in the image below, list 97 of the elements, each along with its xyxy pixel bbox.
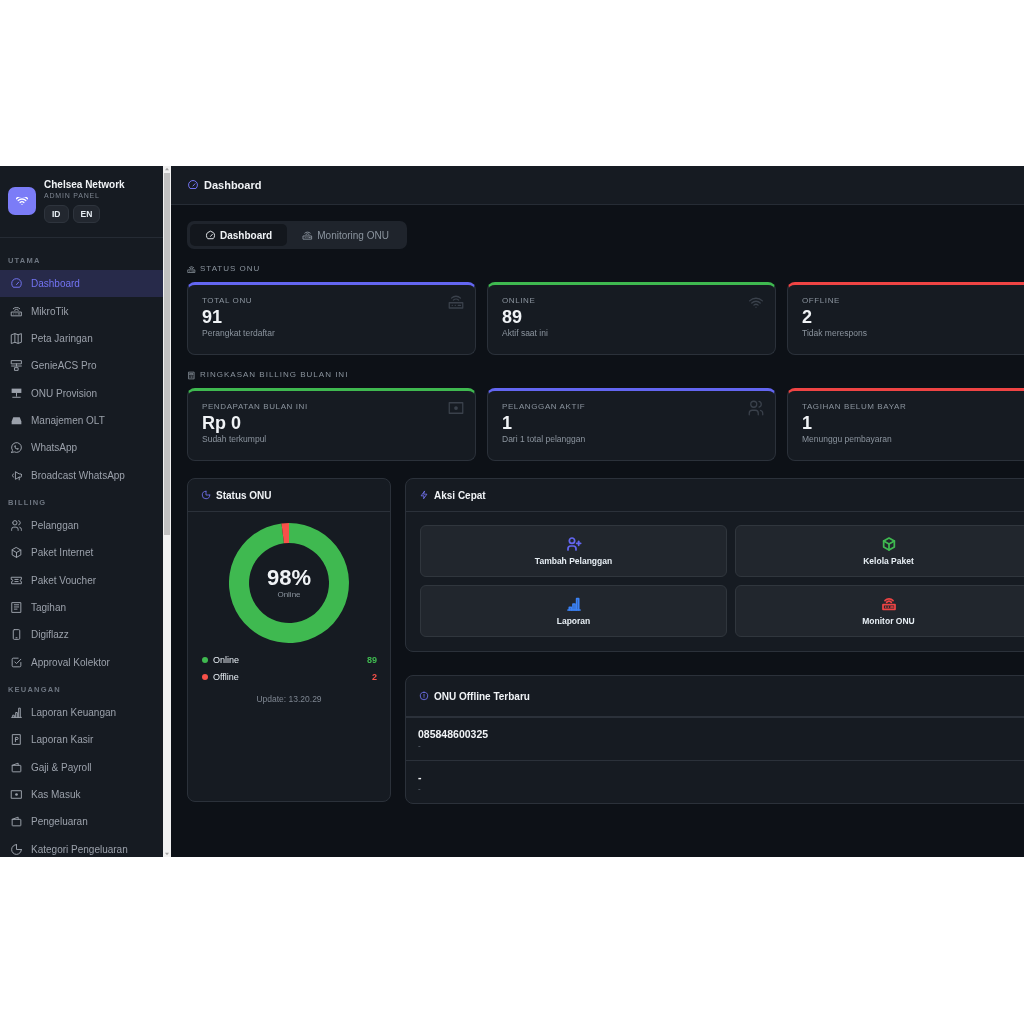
gauge-icon <box>205 229 216 241</box>
stat-label: TOTAL ONU <box>202 296 254 306</box>
cash-icon <box>447 399 465 417</box>
sidebar-item[interactable]: Gaji & Payroll <box>0 753 163 781</box>
sidebar-item[interactable]: GenieACS Pro <box>0 352 163 380</box>
sidebar-item[interactable]: Laporan Keuangan <box>0 698 163 727</box>
phone-icon <box>10 628 23 642</box>
legend-label: Online <box>213 654 239 665</box>
stat-caption: Tidak merespons <box>802 328 868 339</box>
stat-value: 91 <box>202 306 224 328</box>
stat-caption: Perangkat terdaftar <box>202 328 276 339</box>
sidebar-item[interactable]: Pengeluaran <box>0 808 163 836</box>
sidebar-item[interactable]: Broadcast WhatsApp <box>0 461 163 489</box>
gauge-icon <box>187 179 199 191</box>
sidebar-item[interactable]: Kategori Pengeluaran <box>0 835 163 857</box>
scrollbar-thumb[interactable] <box>164 173 170 535</box>
stat-value: 1 <box>802 412 813 434</box>
router-icon <box>302 229 314 241</box>
stat-label: PELANGGAN AKTIF <box>502 402 587 412</box>
sidebar-item[interactable]: Paket Internet <box>0 539 163 567</box>
sidebar-item[interactable]: Kas Masuk <box>0 780 163 809</box>
quick-action-button[interactable]: Kelola Paket <box>735 525 1024 577</box>
legend-value: 89 <box>367 654 377 665</box>
router-icon <box>10 304 23 318</box>
gauge-icon <box>10 277 23 291</box>
users-icon <box>10 518 23 532</box>
bar-chart-icon <box>10 706 23 719</box>
quick-action-button[interactable]: Monitor ONU <box>735 585 1024 637</box>
wallet-icon <box>10 760 23 774</box>
page-title: Dashboard <box>204 179 262 191</box>
tab[interactable]: Dashboard <box>190 224 288 246</box>
sidebar-scrollbar[interactable] <box>163 166 171 857</box>
stat-caption: Dari 1 total pelanggan <box>502 434 587 445</box>
megaphone-icon <box>10 468 23 482</box>
sidebar-item[interactable]: Dashboard <box>0 270 163 298</box>
pie-chart-icon <box>10 842 23 856</box>
router-icon <box>187 264 196 274</box>
sidebar-item[interactable]: Digiflazz <box>0 621 163 649</box>
onu-detail: - <box>418 741 422 751</box>
wifi-logo-icon <box>8 187 36 215</box>
legend-label: Offline <box>213 671 239 682</box>
network-icon <box>10 359 23 373</box>
info-icon <box>419 691 429 701</box>
onu-detail: - <box>418 784 422 794</box>
router-icon <box>447 293 465 311</box>
wallet-icon <box>10 815 23 829</box>
users-icon <box>747 399 765 417</box>
checkbox-icon <box>10 655 23 669</box>
sidebar-item[interactable]: Laporan Kasir <box>0 726 163 754</box>
brand-name: Chelsea Network <box>44 179 125 191</box>
sidebar-item[interactable]: Paket Voucher <box>0 566 163 594</box>
language-button[interactable]: EN <box>72 205 101 223</box>
onu-name: - <box>418 770 423 784</box>
donut-value: 98% <box>266 566 311 590</box>
pie-chart-icon <box>201 490 211 500</box>
monitor-icon <box>10 386 23 400</box>
sidebar-item[interactable]: MikroTik <box>0 297 163 325</box>
section-label: STATUS ONU <box>200 264 261 274</box>
stat-caption: Menunggu pembayaran <box>802 434 893 445</box>
onu-name: 085848600325 <box>418 727 490 741</box>
stat-caption: Sudah terkumpul <box>202 434 268 445</box>
panel-title: Status ONU <box>216 489 272 501</box>
sidebar-item[interactable]: Approval Kolektor <box>0 648 163 676</box>
sidebar-item[interactable]: Manajemen OLT <box>0 406 163 435</box>
section-label: RINGKASAN BILLING BULAN INI <box>200 370 349 380</box>
scroll-down-icon <box>164 851 170 857</box>
legend-value: 2 <box>372 671 377 682</box>
chat-bubble-icon <box>10 441 23 455</box>
stat-value: Rp 0 <box>202 412 242 434</box>
stat-value: 2 <box>802 306 813 328</box>
stat-caption: Aktif saat ini <box>502 328 549 339</box>
panel-title: Aksi Cepat <box>434 489 486 501</box>
stat-label: OFFLINE <box>802 296 841 306</box>
update-time: Update: 13.20.29 <box>255 693 323 705</box>
quick-action-button[interactable]: Tambah Pelanggan <box>420 525 727 577</box>
stat-value: 89 <box>502 306 524 328</box>
sidebar-item[interactable]: Tagihan <box>0 593 163 622</box>
panel-title: ONU Offline Terbaru <box>434 690 530 702</box>
document-icon <box>10 733 23 747</box>
quick-action-button[interactable]: Laporan <box>420 585 727 637</box>
stat-value: 1 <box>502 412 513 434</box>
calculator-icon <box>187 370 196 380</box>
document-icon <box>10 600 23 614</box>
box-icon <box>10 546 23 560</box>
donut-label: Online <box>277 590 301 600</box>
sidebar-item[interactable]: Peta Jaringan <box>0 324 163 353</box>
sidebar-item[interactable]: WhatsApp <box>0 434 163 462</box>
stat-label: PENDAPATAN BULAN INI <box>202 402 309 412</box>
stat-label: TAGIHAN BELUM BAYAR <box>802 402 908 412</box>
map-icon <box>10 331 23 345</box>
lightning-icon <box>419 490 429 500</box>
stat-label: ONLINE <box>502 296 537 306</box>
language-button[interactable]: ID <box>44 205 69 223</box>
cash-icon <box>10 788 23 801</box>
tab[interactable]: Monitoring ONU <box>287 224 404 246</box>
sidebar-item[interactable]: Pelanggan <box>0 511 163 540</box>
sidebar-item[interactable]: ONU Provision <box>0 379 163 407</box>
